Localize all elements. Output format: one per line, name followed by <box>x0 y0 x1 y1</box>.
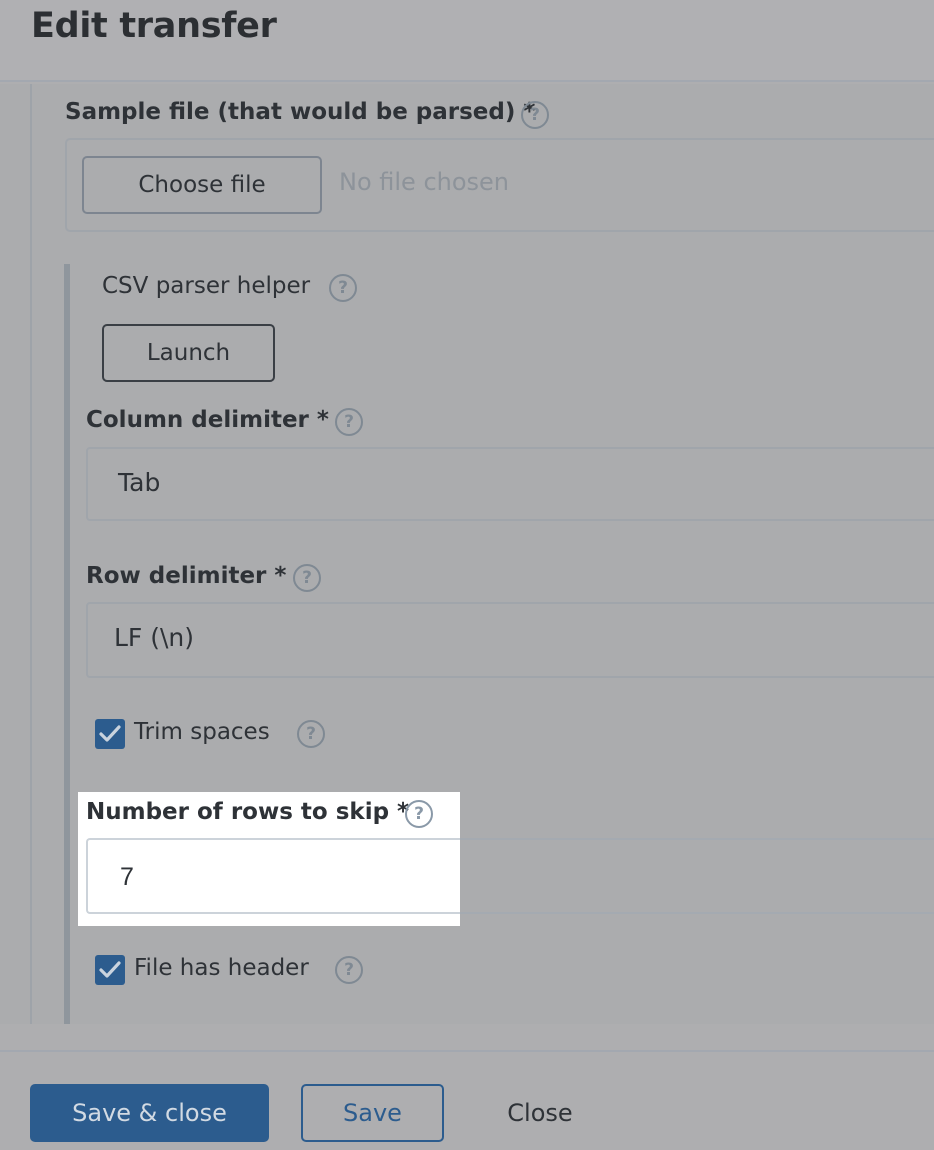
choose-file-button[interactable]: Choose file <box>82 156 322 214</box>
csv-helper-label: CSV parser helper <box>102 273 311 299</box>
sample-file-label: Sample file (that would be parsed) * <box>65 99 536 125</box>
column-delimiter-label: Column delimiter * <box>86 407 329 433</box>
rows-to-skip-help-icon[interactable]: ? <box>405 800 433 828</box>
csv-section-bar <box>64 264 70 1024</box>
save-button[interactable]: Save <box>301 1084 444 1142</box>
trim-spaces-label: Trim spaces <box>134 719 270 745</box>
section-bar <box>30 84 32 1024</box>
column-delimiter-select[interactable]: Tab <box>86 447 934 521</box>
file-has-header-help-icon[interactable]: ? <box>335 956 363 984</box>
check-icon <box>99 725 121 742</box>
save-close-button[interactable]: Save & close <box>30 1084 269 1142</box>
file-has-header-label: File has header <box>134 955 309 981</box>
launch-button[interactable]: Launch <box>102 324 275 382</box>
file-status: No file chosen <box>339 168 510 196</box>
dialog-header: Edit transfer <box>0 0 934 82</box>
row-delimiter-help-icon[interactable]: ? <box>293 564 321 592</box>
dialog-title: Edit transfer <box>31 6 277 46</box>
close-button[interactable]: Close <box>490 1084 590 1142</box>
csv-helper-help-icon[interactable]: ? <box>329 274 357 302</box>
sample-file-help-icon[interactable]: ? <box>521 101 549 129</box>
check-icon <box>99 961 121 978</box>
file-has-header-checkbox[interactable] <box>95 955 125 985</box>
trim-spaces-help-icon[interactable]: ? <box>297 720 325 748</box>
rows-to-skip-input[interactable]: 7 <box>86 838 460 914</box>
row-delimiter-select[interactable]: LF (\n) <box>86 602 934 678</box>
row-delimiter-label: Row delimiter * <box>86 563 287 589</box>
column-delimiter-help-icon[interactable]: ? <box>335 408 363 436</box>
trim-spaces-checkbox[interactable] <box>95 719 125 749</box>
rows-to-skip-label: Number of rows to skip * <box>86 799 410 825</box>
